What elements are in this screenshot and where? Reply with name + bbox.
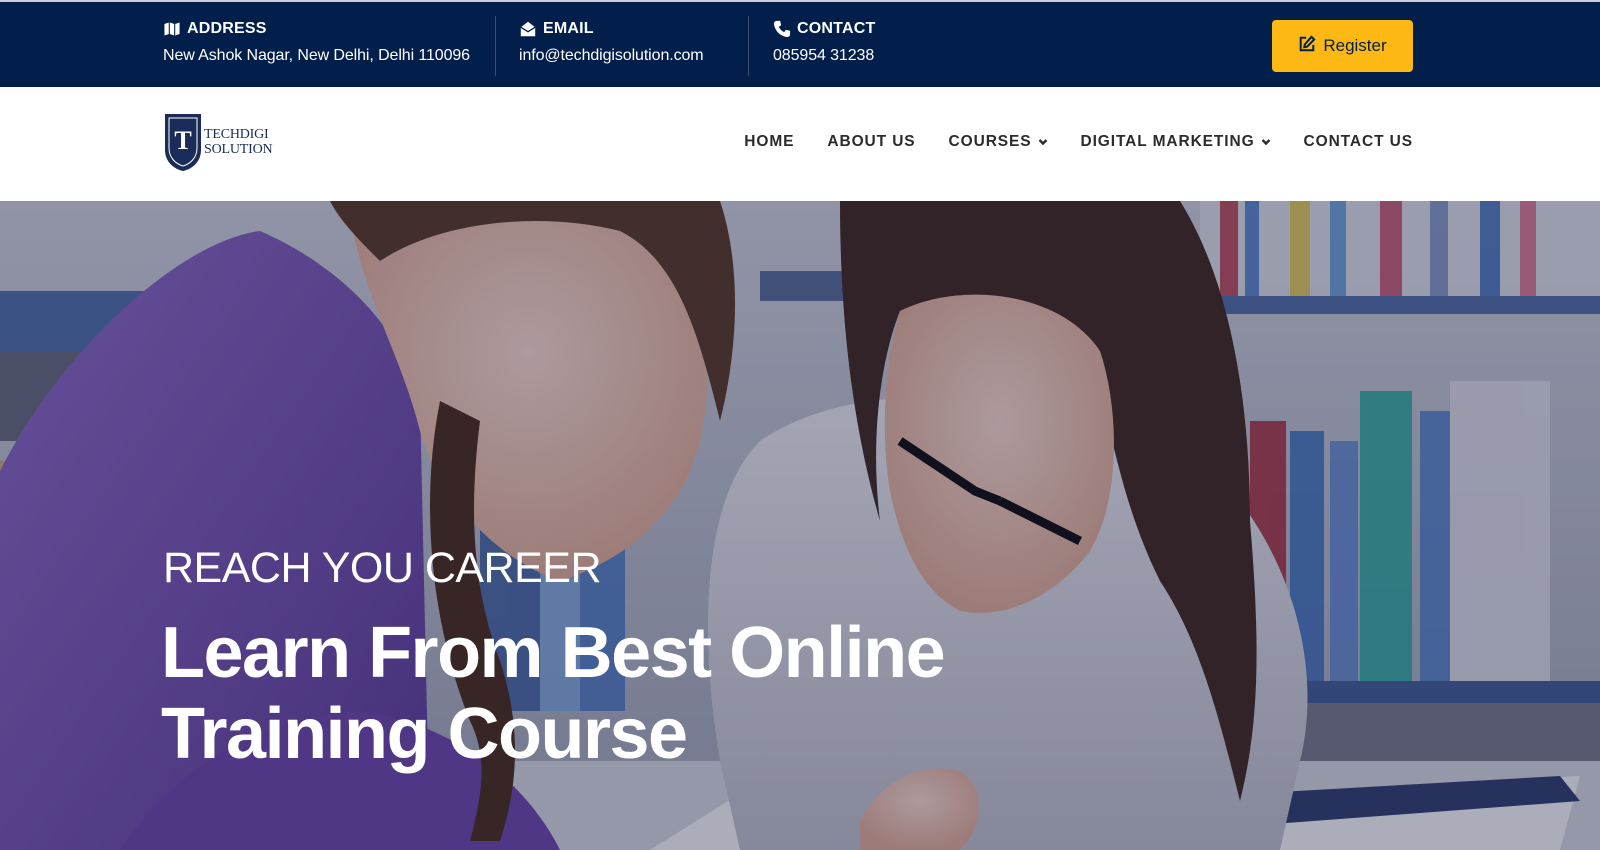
nav-item-label: HOME: [744, 133, 795, 150]
email-label: EMAIL: [543, 20, 594, 37]
address-value: New Ashok Nagar, New Delhi, Delhi 110096: [163, 47, 470, 64]
contact-value[interactable]: 085954 31238: [773, 47, 875, 65]
contact-label: CONTACT: [797, 20, 876, 37]
chevron-down-icon: [1261, 139, 1270, 146]
email-value[interactable]: info@techdigisolution.com: [519, 47, 704, 65]
nav-item-contact-us[interactable]: CONTACT US: [1304, 133, 1413, 151]
logo-text-line1: TECHDIGI: [204, 127, 269, 142]
edit-icon: [1298, 34, 1316, 58]
divider: [748, 16, 749, 76]
hero-title-line2: Training Course: [161, 694, 688, 774]
logo-mark: T: [174, 126, 191, 155]
phone-icon: [773, 20, 791, 38]
nav-item-label: DIGITAL MARKETING: [1080, 133, 1255, 150]
logo-text-line2: SOLUTION: [204, 142, 273, 157]
address-label: ADDRESS: [187, 20, 267, 37]
register-label: Register: [1323, 36, 1387, 55]
hero-title-line1: Learn From Best Online: [161, 613, 946, 693]
site-logo[interactable]: T TECHDIGI SOLUTION: [164, 111, 276, 173]
nav-item-label: ABOUT US: [827, 133, 916, 150]
hero-banner: REACH YOU CAREER Learn From Best Online …: [0, 201, 1600, 850]
chevron-down-icon: [1038, 139, 1047, 146]
email-block: EMAIL info@techdigisolution.com: [519, 20, 704, 65]
nav-item-about-us[interactable]: ABOUT US: [827, 133, 915, 151]
top-info-bar: ADDRESS New Ashok Nagar, New Delhi, Delh…: [0, 0, 1600, 87]
contact-block: CONTACT 085954 31238: [773, 20, 875, 65]
nav-item-label: COURSES: [948, 133, 1032, 150]
divider: [495, 16, 496, 76]
nav-item-home[interactable]: HOME: [744, 133, 794, 151]
register-button[interactable]: Register: [1272, 20, 1413, 72]
nav-item-label: CONTACT US: [1303, 133, 1413, 150]
main-navbar: T TECHDIGI SOLUTION HOME ABOUT US COURSE…: [0, 87, 1600, 201]
address-block: ADDRESS New Ashok Nagar, New Delhi, Delh…: [163, 20, 470, 65]
nav-item-digital-marketing[interactable]: DIGITAL MARKETING: [1081, 133, 1271, 151]
hero-title: Learn From Best Online Training Course: [161, 613, 981, 775]
map-icon: [163, 20, 181, 38]
logo-text: TECHDIGI SOLUTION: [204, 127, 273, 157]
hero-subtitle: REACH YOU CAREER: [163, 544, 602, 592]
nav-item-courses[interactable]: COURSES: [949, 133, 1048, 151]
envelope-icon: [519, 20, 537, 38]
primary-nav: HOME ABOUT US COURSES DIGITAL MARKETING …: [711, 133, 1413, 151]
logo-shield-icon: T: [165, 114, 201, 171]
